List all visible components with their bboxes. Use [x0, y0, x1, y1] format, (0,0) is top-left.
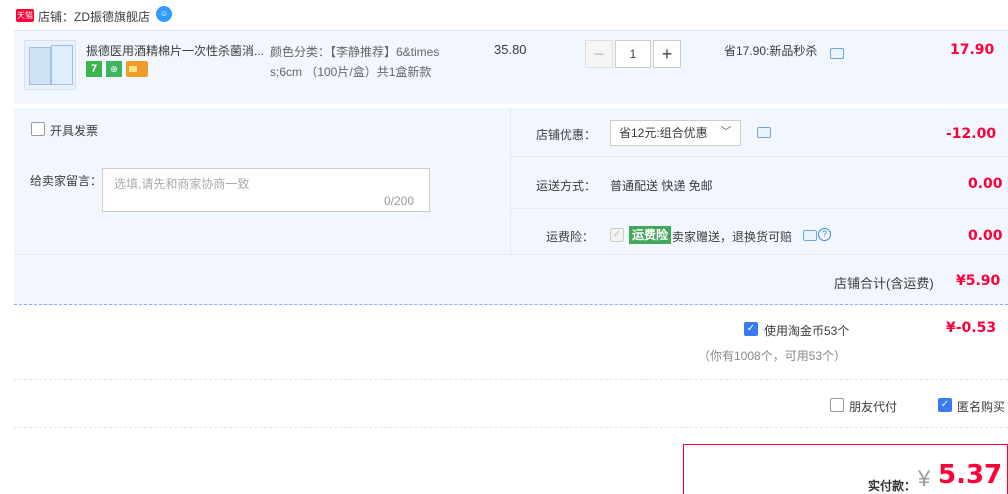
- sku-line-2: s;6cm （100片/盒）共1盒新款: [270, 65, 432, 79]
- use-coins-label[interactable]: 使用淘金币53个: [764, 322, 849, 339]
- divider: [14, 379, 1008, 380]
- memo-placeholder: 选填,请先和商家协商一致: [114, 177, 250, 191]
- memo-char-count: 0/200: [384, 194, 415, 208]
- sku-info: 颜色分类：【李静推荐】6&times s;6cm （100片/盒）共1盒新款: [270, 42, 460, 82]
- invoice-checkbox[interactable]: [31, 122, 45, 136]
- help-icon[interactable]: ?: [818, 228, 831, 241]
- quantity-increase-button[interactable]: +: [653, 40, 681, 68]
- insurance-description: 卖家赠送，退换货可赔: [672, 230, 793, 244]
- payment-label: 实付款：: [868, 479, 917, 493]
- divider: [14, 427, 1008, 428]
- seven-day-return-icon: 7: [86, 61, 102, 77]
- anonymous-checkbox[interactable]: ✓: [938, 398, 952, 412]
- tmall-badge: 天猫: [16, 9, 34, 22]
- insurance-checkbox: ✓: [610, 228, 624, 242]
- shipping-label: 运送方式：: [536, 179, 597, 193]
- insurance-info-icon[interactable]: [803, 230, 817, 241]
- friend-pay-label[interactable]: 朋友代付: [849, 398, 897, 415]
- item-promotion: 省17.90:新品秒杀: [724, 44, 818, 58]
- use-coins-checkbox[interactable]: ✓: [744, 322, 758, 336]
- memo-label: 给卖家留言：: [30, 174, 103, 188]
- guarantee-icon: ⊕: [106, 61, 122, 77]
- chevron-down-icon[interactable]: ﹀: [716, 120, 736, 146]
- shop-subtotal-amount: ¥5.90: [956, 273, 1001, 289]
- credit-card-icon: [126, 61, 148, 77]
- divider: [510, 208, 1008, 209]
- coins-discount: ¥-0.53: [946, 320, 997, 336]
- unit-price: 35.80: [494, 42, 527, 57]
- divider: [510, 156, 1008, 157]
- friend-pay-checkbox[interactable]: [830, 398, 844, 412]
- anonymous-label[interactable]: 匿名购买: [957, 398, 1005, 415]
- coupon-amount: -12.00: [946, 126, 997, 142]
- shipping-method: 普通配送 快递 免邮: [610, 179, 713, 193]
- shop-coupon-label: 店铺优惠：: [536, 128, 597, 142]
- divider: [14, 254, 1008, 255]
- shipping-amount: 0.00: [968, 176, 1003, 192]
- insurance-badge: 运费险: [629, 226, 672, 244]
- item-total: 17.90: [950, 42, 995, 58]
- product-title[interactable]: 振德医用酒精棉片一次性杀菌消...: [86, 42, 266, 59]
- currency-symbol: ¥: [918, 466, 931, 491]
- sku-line-1: 颜色分类：【李静推荐】6&times: [270, 45, 440, 59]
- shop-name[interactable]: 店铺：ZD振德旗舰店: [38, 8, 150, 25]
- shop-subtotal-label: 店铺合计(含运费): [834, 276, 934, 291]
- quantity-decrease-button[interactable]: −: [585, 40, 613, 68]
- insurance-label: 运费险：: [546, 230, 595, 244]
- invoice-label[interactable]: 开具发票: [50, 122, 98, 139]
- coins-balance-note: （你有1008个，可用53个）: [698, 349, 847, 363]
- quantity-input[interactable]: 1: [615, 40, 651, 68]
- wangwang-chat-icon[interactable]: ☺: [156, 6, 172, 22]
- divider: [510, 108, 511, 254]
- payment-amount: 5.37: [938, 460, 1003, 490]
- promo-info-icon[interactable]: [830, 48, 844, 59]
- product-thumbnail[interactable]: [24, 40, 76, 90]
- insurance-amount: 0.00: [968, 228, 1003, 244]
- coupon-info-icon[interactable]: [757, 127, 771, 138]
